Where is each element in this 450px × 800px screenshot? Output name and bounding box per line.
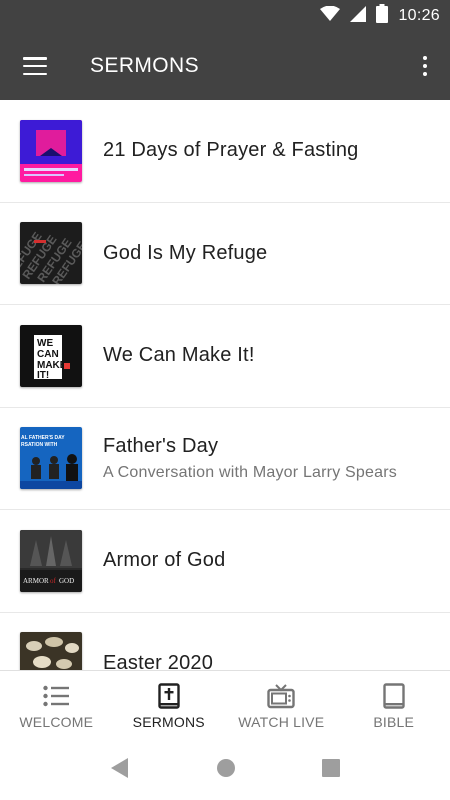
system-navigation-bar <box>0 740 450 800</box>
back-icon[interactable] <box>110 757 130 784</box>
tv-icon <box>267 682 295 710</box>
nav-sermons[interactable]: SERMONS <box>113 671 226 740</box>
sermon-subtitle: A Conversation with Mayor Larry Spears <box>103 463 397 481</box>
sermon-thumbnail: AL FATHER'S DAY RSATION WITH <box>20 427 82 490</box>
nav-label: WATCH LIVE <box>238 713 325 730</box>
overflow-dot <box>422 71 428 77</box>
overflow-dot <box>422 55 428 61</box>
sermon-thumbnail: WE CAN MAKE IT! <box>20 324 82 387</box>
nav-label: BIBLE <box>373 713 415 730</box>
sermon-title: Easter 2020 <box>103 651 214 670</box>
sermon-title: God Is My Refuge <box>103 241 268 264</box>
sermon-row-armor-of-god[interactable]: ARMOR of GOD Armor of God <box>0 510 450 613</box>
sermon-row-we-can-make-it[interactable]: WE CAN MAKE IT! We Can Make It! <box>0 305 450 408</box>
bible-cross-icon <box>158 682 180 710</box>
status-bar: 10:26 <box>0 0 450 32</box>
svg-text:AL FATHER'S DAY: AL FATHER'S DAY <box>21 435 65 441</box>
cell-signal-icon <box>350 5 367 27</box>
book-icon <box>383 682 405 710</box>
svg-text:RSATION WITH: RSATION WITH <box>21 442 58 448</box>
sermon-title: 21 Days of Prayer & Fasting <box>103 139 359 162</box>
sermon-thumbnail <box>20 632 82 670</box>
list-icon <box>43 682 70 710</box>
app-bar: SERMONS <box>0 32 450 100</box>
sermon-row-easter-2020[interactable]: Easter 2020 <box>0 613 450 670</box>
sermon-list: 21 Days of Prayer & Fasting REFUGE REFUG… <box>0 100 450 670</box>
menu-button[interactable] <box>0 32 70 100</box>
svg-text:IT!: IT! <box>37 370 49 381</box>
svg-text:CAN: CAN <box>37 349 59 360</box>
more-options-button[interactable] <box>400 32 450 100</box>
svg-text:of: of <box>50 577 57 585</box>
sermon-title: We Can Make It! <box>103 344 255 367</box>
svg-text:WE: WE <box>37 338 53 349</box>
nav-label: SERMONS <box>132 713 205 730</box>
nav-label: WELCOME <box>19 713 94 730</box>
page-title: SERMONS <box>90 54 199 77</box>
svg-text:GOD: GOD <box>59 577 74 585</box>
sermon-thumbnail: ARMOR of GOD <box>20 529 82 592</box>
hamburger-icon <box>23 57 47 75</box>
overflow-dot <box>422 63 428 69</box>
sermon-row-prayer-fasting[interactable]: 21 Days of Prayer & Fasting <box>0 100 450 203</box>
nav-bible[interactable]: BIBLE <box>338 671 450 740</box>
sermon-thumbnail: REFUGE REFUGE REFUGE REFUGE <box>20 222 82 285</box>
home-icon[interactable] <box>216 758 236 783</box>
sermon-row-refuge[interactable]: REFUGE REFUGE REFUGE REFUGE God Is My Re… <box>0 203 450 305</box>
nav-watch-live[interactable]: WATCH LIVE <box>225 671 338 740</box>
recents-icon[interactable] <box>322 758 340 782</box>
sermon-title: Armor of God <box>103 549 226 572</box>
clock: 10:26 <box>398 7 440 24</box>
svg-text:ARMOR: ARMOR <box>23 577 49 585</box>
wifi-icon <box>320 5 341 27</box>
battery-icon <box>376 4 389 28</box>
sermon-title: Father's Day <box>103 434 219 457</box>
bottom-navigation: WELCOME SERMONS WATCH LIVE BIBLE <box>0 670 450 740</box>
sermon-row-fathers-day[interactable]: AL FATHER'S DAY RSATION WITH Father's Da… <box>0 408 450 510</box>
nav-welcome[interactable]: WELCOME <box>0 671 113 740</box>
sermon-thumbnail <box>20 119 82 182</box>
